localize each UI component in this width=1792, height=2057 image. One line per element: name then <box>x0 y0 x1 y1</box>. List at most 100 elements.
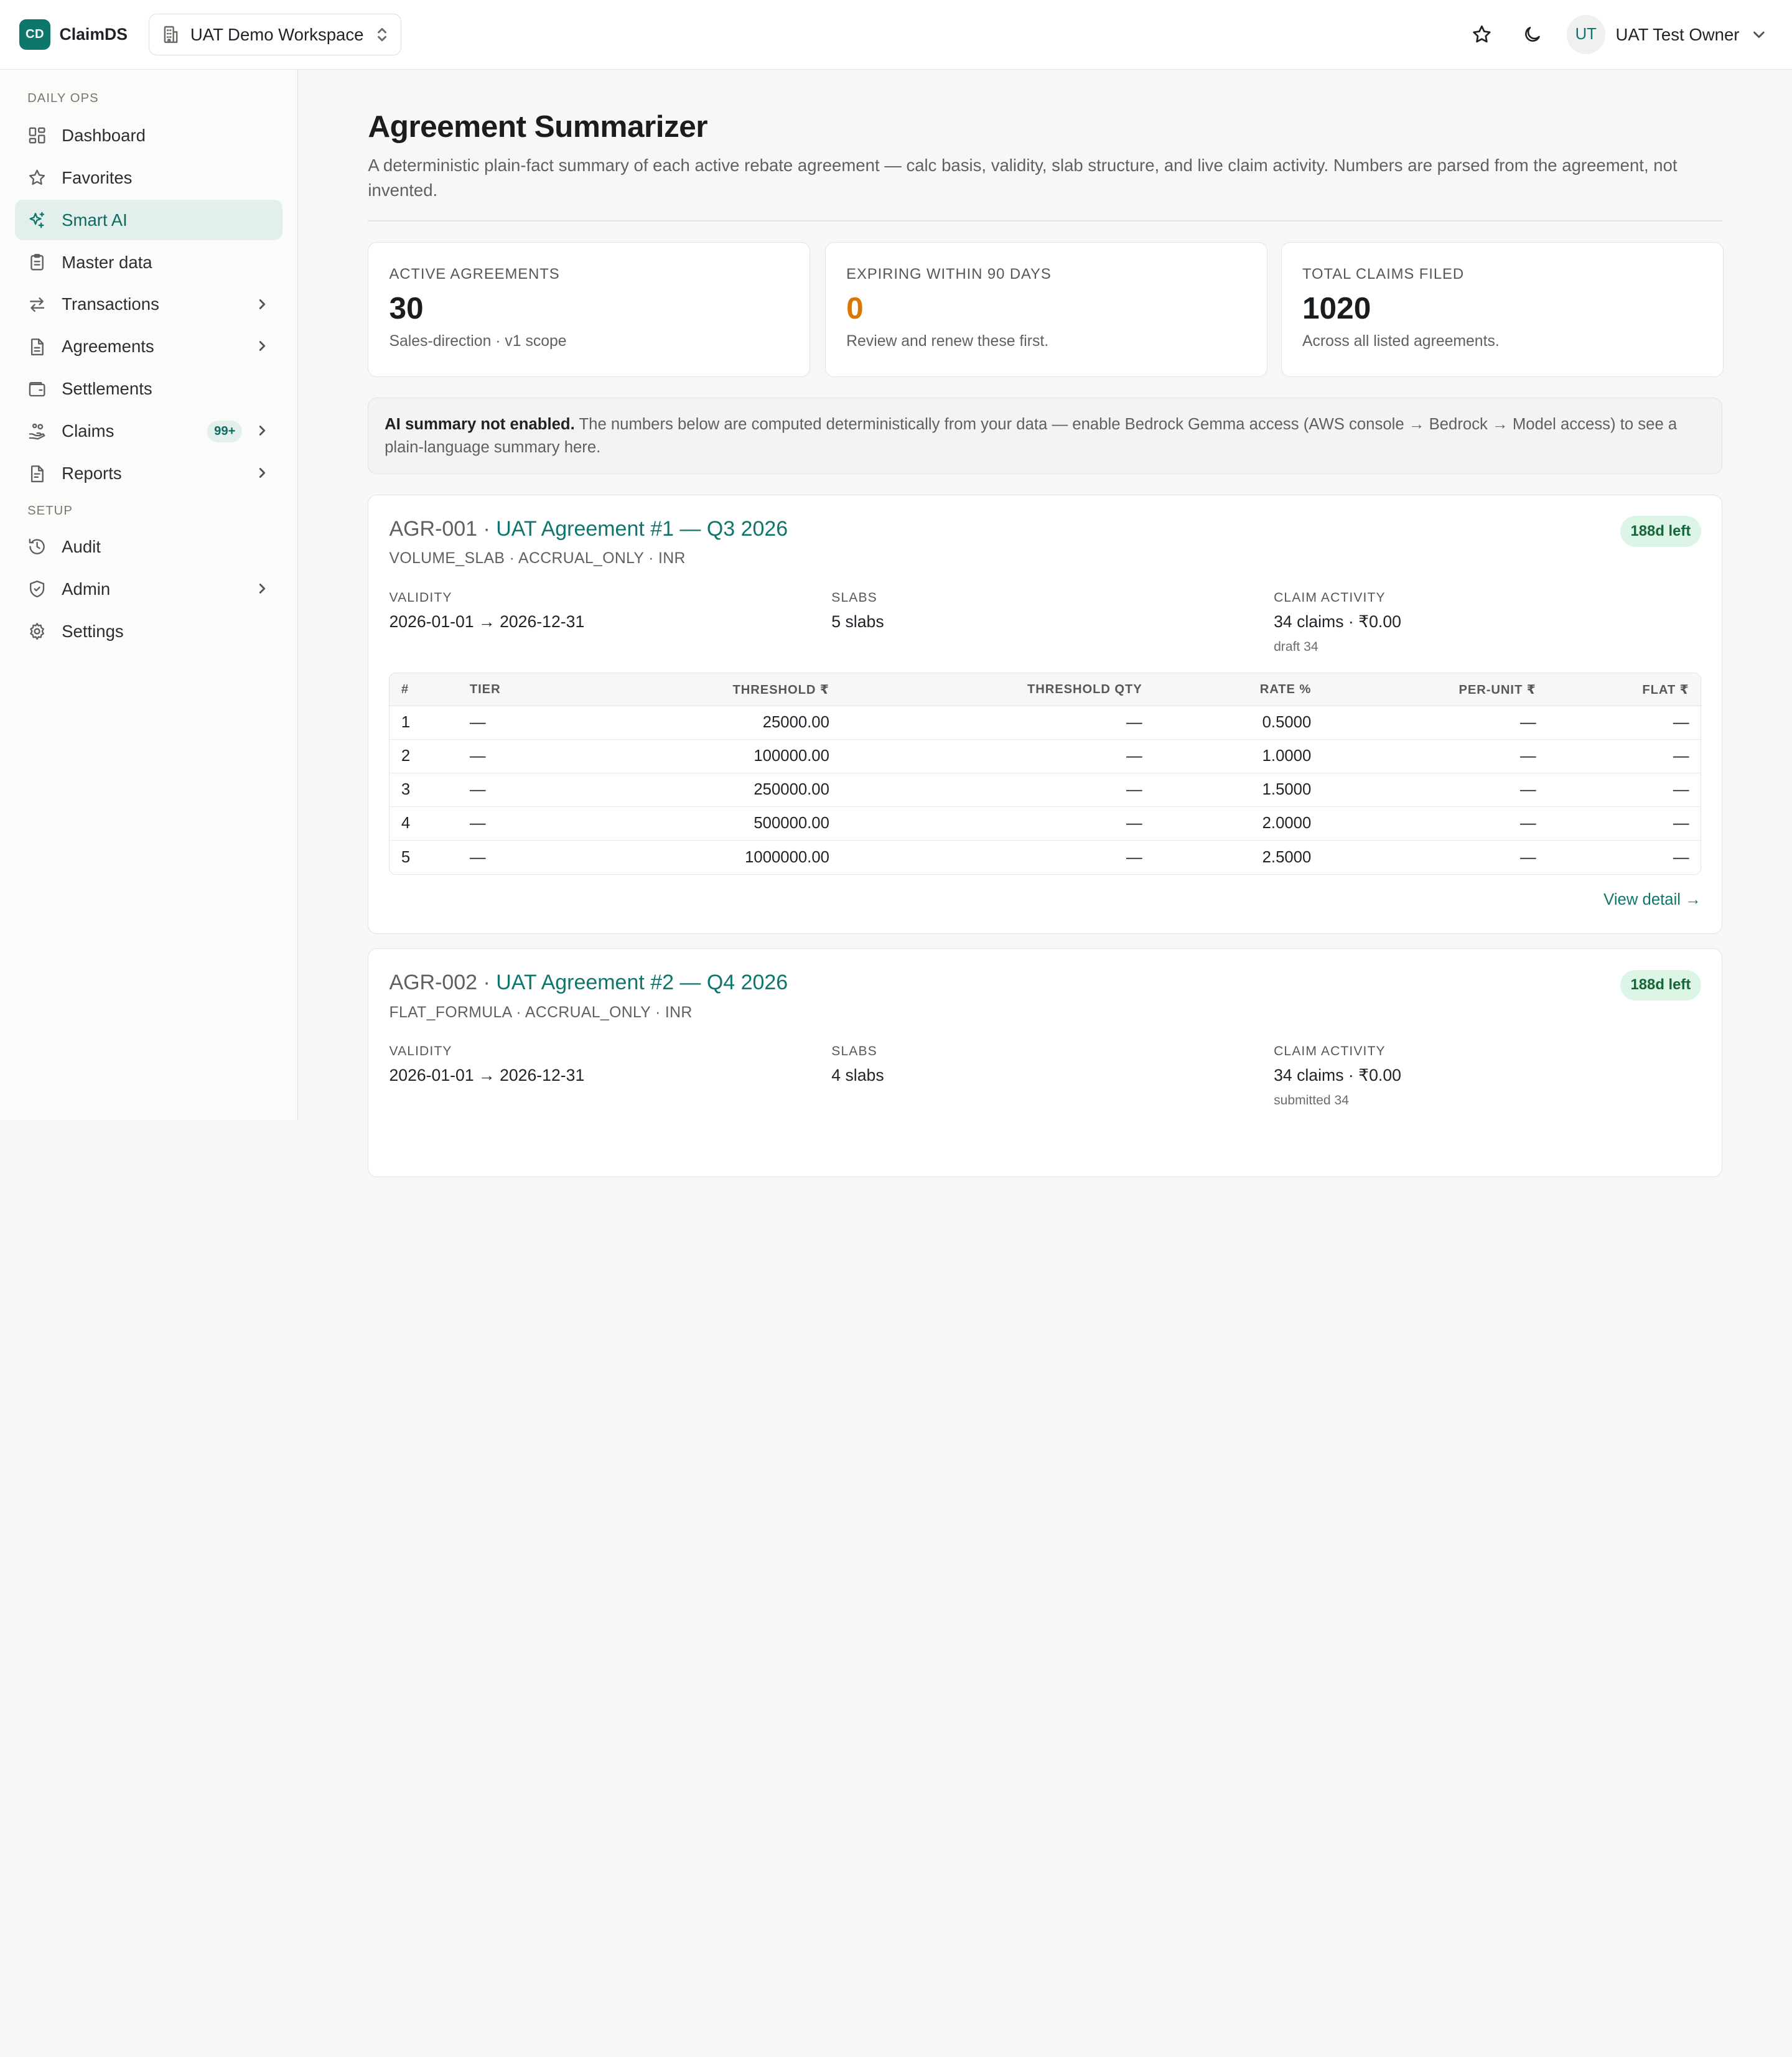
column-header: TIER <box>458 673 573 707</box>
field-label: CLAIM ACTIVITY <box>1274 1043 1386 1058</box>
table-cell: 1 <box>390 706 459 740</box>
sidebar-item-audit[interactable]: Audit <box>15 527 282 567</box>
stat-subtext: Across all listed agreements. <box>1302 333 1500 350</box>
column-header: # <box>390 673 459 707</box>
sidebar-item-label: Smart AI <box>62 210 128 230</box>
app-root: CD ClaimDS UAT Demo Workspace UT UAT Tes… <box>0 0 1792 1177</box>
claim-activity-value: 34 claims · ₹0.00 <box>1274 1065 1401 1084</box>
table-cell: — <box>1126 848 1142 866</box>
table-cell: 2.5000 <box>1262 848 1312 866</box>
table-cell: 100000.00 <box>572 740 841 774</box>
column-header: FLAT ₹ <box>1547 673 1701 707</box>
table-row: 1 — 25000.00 — 0.5000 — — <box>390 706 1701 740</box>
theme-toggle-button[interactable] <box>1516 19 1548 50</box>
slabs-field: SLABS 4 slabs <box>831 1044 884 1085</box>
agreement-meta: FLAT_FORMULA · ACCRUAL_ONLY · INR <box>389 1004 693 1021</box>
section-label-daily-ops: DAILY OPS <box>27 91 99 105</box>
notice-text: The numbers below are computed determini… <box>385 416 1678 456</box>
stat-subtext: Review and renew these first. <box>846 333 1049 350</box>
table-cell: — <box>1547 706 1701 740</box>
claim-activity-field: CLAIM ACTIVITY 34 claims · ₹0.00 draft 3… <box>1274 590 1401 655</box>
table-cell: — <box>1547 807 1701 841</box>
chevron-right-icon <box>259 426 265 436</box>
brand-name: ClaimDS <box>59 25 128 44</box>
report-icon <box>31 465 44 482</box>
sidebar-item-smart-ai[interactable]: Smart AI <box>14 200 282 240</box>
agreement-code: AGR-001 · <box>389 517 497 541</box>
claim-activity-sub: draft 34 <box>1274 639 1318 654</box>
dashboard-icon <box>29 127 45 144</box>
table-cell: — <box>841 740 1154 774</box>
table-cell: — <box>841 773 1154 808</box>
chevron-right-icon <box>259 468 265 478</box>
sidebar-item-settlements[interactable]: Settlements <box>15 369 282 409</box>
workspace-switcher[interactable]: UAT Demo Workspace <box>148 13 401 56</box>
table-cell: — <box>1519 848 1536 866</box>
slab-table: # TIER THRESHOLD ₹ THRESHOLD QTY RATE % … <box>389 672 1701 875</box>
stat-label: ACTIVE AGREEMENTS <box>389 266 560 283</box>
table-cell: 1.5000 <box>1154 773 1323 808</box>
page-title: Agreement Summarizer <box>368 109 707 144</box>
claim-activity-sub: submitted 34 <box>1274 1093 1349 1108</box>
table-cell: — <box>458 706 573 740</box>
table-row: 2 — 100000.00 — 1.0000 — — <box>390 740 1701 774</box>
table-cell: — <box>1322 706 1548 740</box>
sidebar-item-dashboard[interactable]: Dashboard <box>15 115 282 155</box>
building-icon <box>164 26 178 44</box>
sidebar-item-reports[interactable]: Reports <box>15 454 282 493</box>
validity-field: VALIDITY 2026-01-01 → 2026-12-31 <box>389 590 584 632</box>
sidebar-item-agreements[interactable]: Agreements <box>15 327 282 366</box>
agreement-title: AGR-002 · UAT Agreement #2 — Q4 2026 <box>389 971 788 995</box>
star-icon <box>1473 26 1491 43</box>
swap-icon <box>30 297 45 312</box>
table-cell: — <box>1547 740 1701 774</box>
stat-value: 30 <box>389 291 424 326</box>
table-cell: 5 <box>401 848 411 866</box>
view-detail-link[interactable]: View detail → <box>1603 891 1701 909</box>
notice-heading: AI summary not enabled. <box>385 416 575 434</box>
sidebar-item-label: Reports <box>62 464 122 483</box>
table-cell: — <box>1673 848 1689 866</box>
sidebar-item-favorites[interactable]: Favorites <box>15 157 282 197</box>
table-cell: — <box>458 807 573 841</box>
wallet-icon <box>29 381 45 396</box>
shield-icon <box>30 581 45 598</box>
user-avatar[interactable]: UT <box>1566 15 1605 54</box>
table-cell: — <box>458 773 573 808</box>
history-icon <box>29 538 45 555</box>
validity-value: 2026-01-01 → 2026-12-31 <box>389 1065 585 1084</box>
column-header: THRESHOLD ₹ <box>572 673 841 707</box>
sidebar-item-label: Favorites <box>62 167 133 187</box>
chevron-down-icon[interactable] <box>1751 27 1767 43</box>
sidebar-item-settings[interactable]: Settings <box>15 612 282 651</box>
table-cell: 4 <box>390 807 459 841</box>
sidebar-item-admin[interactable]: Admin <box>15 569 282 609</box>
top-bar: CD ClaimDS UAT Demo Workspace UT UAT Tes… <box>0 0 1792 70</box>
column-header: RATE % <box>1154 673 1323 707</box>
sidebar-item-label: Audit <box>62 536 101 556</box>
brand[interactable]: CD ClaimDS <box>19 19 147 50</box>
agreement-name-link[interactable]: UAT Agreement #2 — Q4 2026 <box>496 971 788 994</box>
agreement-meta: VOLUME_SLAB · ACCRUAL_ONLY · INR <box>389 550 686 567</box>
favorite-star-button[interactable] <box>1466 19 1498 50</box>
stat-card-expiring: EXPIRING WITHIN 90 DAYS 0 Review and ren… <box>825 242 1267 378</box>
table-cell: — <box>841 807 1154 841</box>
agreement-card: AGR-002 · UAT Agreement #2 — Q4 2026 188… <box>368 948 1722 1177</box>
stat-card-active-agreements: ACTIVE AGREEMENTS 30 Sales-direction · v… <box>368 242 811 378</box>
sidebar-item-master-data[interactable]: Master data <box>15 242 282 282</box>
table-cell: 2.0000 <box>1154 807 1323 841</box>
user-name[interactable]: UAT Test Owner <box>1615 25 1739 45</box>
table-cell: — <box>1322 740 1548 774</box>
sparkles-icon <box>29 212 45 228</box>
sidebar-item-transactions[interactable]: Transactions <box>15 284 282 324</box>
table-cell: 500000.00 <box>572 807 841 841</box>
field-label: VALIDITY <box>389 590 452 605</box>
divider <box>368 220 1722 222</box>
agreement-name-link[interactable]: UAT Agreement #1 — Q3 2026 <box>496 517 788 541</box>
agreement-title: AGR-001 · UAT Agreement #1 — Q3 2026 <box>389 517 788 541</box>
table-cell: — <box>1322 807 1548 841</box>
sidebar: DAILY OPS Dashboard Favorites Smart AI M… <box>0 70 299 1120</box>
sidebar-item-claims[interactable]: Claims 99+ <box>15 411 282 451</box>
sidebar-item-label: Settings <box>62 621 124 641</box>
slabs-field: SLABS 5 slabs <box>831 590 884 632</box>
